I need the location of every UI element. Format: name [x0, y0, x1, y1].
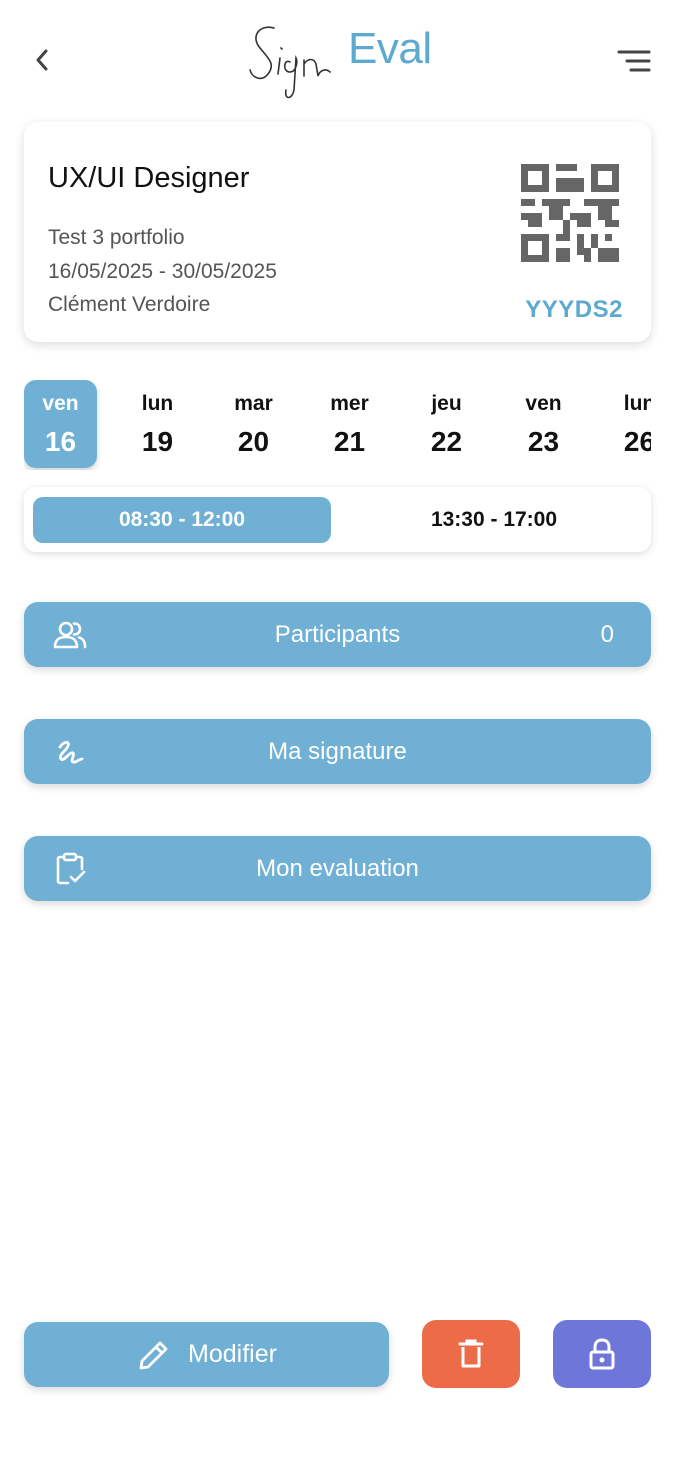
day-number: 16: [44, 426, 77, 457]
day-number: 22: [430, 426, 463, 457]
menu-icon: [617, 50, 651, 72]
participants-count: 0: [600, 620, 614, 648]
chevron-left-icon: [36, 49, 48, 71]
day-item[interactable]: ven 23: [507, 380, 580, 468]
day-selector: ven 16 lun 19 mar 20 mer 21 jeu 22 ven 2…: [24, 380, 651, 470]
app-header: Eval: [0, 0, 674, 110]
session-name: Test 3 portfolio: [48, 226, 185, 249]
signeval-logo-script: [249, 26, 331, 99]
time-slot-selector: 08:30 - 12:00 13:30 - 17:00: [24, 487, 651, 552]
time-slot-morning[interactable]: 08:30 - 12:00: [33, 497, 331, 543]
day-item[interactable]: jeu 22: [410, 380, 483, 468]
participants-button[interactable]: Participants 0: [24, 602, 651, 667]
menu-button[interactable]: [612, 44, 656, 78]
pencil-icon: [136, 1337, 172, 1373]
evaluation-label: Mon evaluation: [256, 854, 419, 882]
day-name: lun: [141, 392, 174, 415]
day-name: mar: [234, 392, 273, 415]
edit-button[interactable]: Modifier: [24, 1322, 389, 1387]
day-item-selected[interactable]: ven 16: [24, 380, 97, 468]
day-name: mer: [330, 392, 369, 415]
qr-code-icon[interactable]: [521, 164, 619, 262]
session-card: UX/UI Designer Test 3 portfolio 16/05/20…: [24, 122, 651, 342]
day-number: 26: [623, 426, 651, 457]
day-item[interactable]: lun 26: [603, 380, 651, 468]
session-trainer: Clément Verdoire: [48, 293, 211, 316]
day-name: jeu: [431, 392, 462, 415]
session-code: YYYDS2: [525, 296, 623, 323]
edit-label: Modifier: [188, 1340, 277, 1368]
time-slot-afternoon[interactable]: 13:30 - 17:00: [344, 497, 644, 543]
signature-button[interactable]: Ma signature: [24, 719, 651, 784]
day-item[interactable]: mar 20: [217, 380, 290, 468]
participants-label: Participants: [274, 620, 401, 648]
session-title: UX/UI Designer: [48, 162, 250, 194]
day-item[interactable]: mer 21: [313, 380, 386, 468]
day-number: 21: [333, 426, 366, 457]
day-number: 23: [527, 426, 560, 457]
lock-icon: [589, 1338, 615, 1370]
day-item[interactable]: lun 19: [121, 380, 194, 468]
day-name: ven: [525, 392, 562, 415]
day-name: ven: [42, 392, 79, 415]
trash-icon: [458, 1339, 484, 1368]
day-number: 20: [237, 426, 270, 457]
signature-label: Ma signature: [268, 737, 407, 765]
delete-button[interactable]: [422, 1320, 520, 1388]
day-name: lun: [623, 392, 651, 415]
session-dates: 16/05/2025 - 30/05/2025: [48, 260, 277, 283]
day-number: 19: [141, 426, 174, 457]
evaluation-button[interactable]: Mon evaluation: [24, 836, 651, 901]
logo-eval-text: Eval: [348, 24, 432, 73]
lock-button[interactable]: [553, 1320, 651, 1388]
back-button[interactable]: [24, 42, 60, 78]
